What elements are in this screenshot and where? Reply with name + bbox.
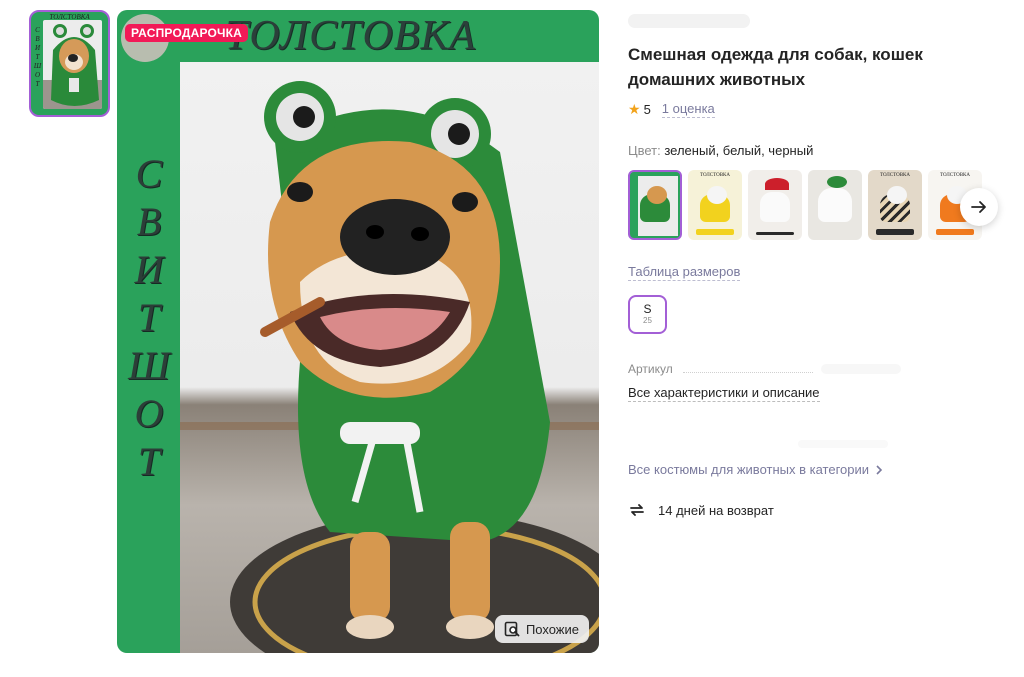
thumbnail-active[interactable]: ТОЛСТОВКА СВИТШОТ (29, 10, 110, 117)
swatches-next-button[interactable] (960, 188, 998, 226)
swatch-label: ТОЛСТОВКА (940, 173, 970, 178)
swatch-white-red[interactable] (748, 170, 802, 240)
similar-button[interactable]: Похожие (494, 615, 589, 643)
color-key: Цвет: (628, 143, 661, 158)
vertical-letter: В (136, 199, 162, 244)
product-title-line2: домашних животных (628, 70, 806, 89)
size-table-link[interactable]: Таблица размеров (628, 264, 741, 281)
image-title-text: ТОЛСТОВКА (225, 13, 476, 59)
size-option-s[interactable]: S 25 (628, 295, 667, 334)
rating-value: 5 (643, 102, 651, 117)
product-main-image[interactable]: ТОЛСТОВКА С В И Т Ш О Т РАСПРОДАРОЧКА По… (117, 10, 599, 653)
swatch-tiger[interactable]: ТОЛСТОВКА (868, 170, 922, 240)
sale-badge: РАСПРОДАРОЧКА (125, 24, 249, 42)
swatch-label: ТОЛСТОВКА (700, 173, 730, 178)
rating-row: ★ 5 1 оценка (628, 101, 1008, 118)
chevron-right-icon (876, 464, 883, 475)
thumbnail-strip: ТОЛСТОВКА СВИТШОТ (29, 10, 110, 117)
product-info-panel: Смешная одежда для собак, кошек домашних… (628, 14, 1008, 519)
size-sub: 25 (643, 316, 652, 325)
return-text: 14 дней на возврат (658, 502, 774, 518)
thumbnail-photo (43, 20, 102, 109)
article-value-placeholder (820, 364, 901, 374)
article-row: Артикул (628, 362, 1008, 376)
search-similar-icon (504, 621, 520, 637)
vertical-letter: Ш (128, 343, 170, 388)
category-link-label: Все костюмы для животных в категории (628, 462, 870, 477)
size-label: S (643, 302, 652, 316)
color-value: зеленый, белый, черный (660, 143, 814, 158)
article-dots (682, 365, 813, 373)
arrow-right-icon (971, 201, 986, 213)
swatch-yellow[interactable]: ТОЛСТОВКА (688, 170, 742, 240)
swatch-label: ТОЛСТОВКА (880, 173, 910, 178)
swatch-white[interactable] (808, 170, 862, 240)
vertical-letter: С (135, 151, 163, 196)
return-arrows-icon (630, 504, 644, 516)
color-label: Цвет: зеленый, белый, черный (628, 143, 1008, 158)
all-specs-link[interactable]: Все характеристики и описание (628, 385, 820, 402)
category-link[interactable]: Все костюмы для животных в категории (628, 462, 1008, 477)
similar-label: Похожие (525, 621, 579, 637)
vertical-letter: О (134, 391, 164, 436)
image-vertical-text: С В И Т Ш О Т (123, 150, 175, 486)
product-title-line1: Смешная одежда для собак, кошек (628, 45, 923, 64)
placeholder-line (798, 440, 888, 448)
reviews-link[interactable]: 1 оценка (661, 101, 715, 118)
thumbnail-vertical-text: СВИТШОТ (33, 26, 42, 88)
product-title: Смешная одежда для собак, кошек домашних… (628, 42, 1008, 92)
color-swatches: ТОЛСТОВКА ТОЛСТОВКА ТОЛСТОВКА (628, 170, 1008, 240)
dog-in-frog-hoodie-image (180, 81, 599, 653)
star-icon: ★ (628, 101, 641, 117)
vertical-letter: И (134, 247, 164, 292)
brand-placeholder (628, 14, 750, 28)
return-row: 14 дней на возврат (628, 501, 1008, 519)
vertical-letter: Т (137, 295, 161, 340)
dog-thumbnail-image (43, 24, 102, 109)
swatch-green[interactable] (628, 170, 682, 240)
vertical-letter: Т (137, 439, 161, 484)
article-label: Артикул (628, 362, 673, 376)
